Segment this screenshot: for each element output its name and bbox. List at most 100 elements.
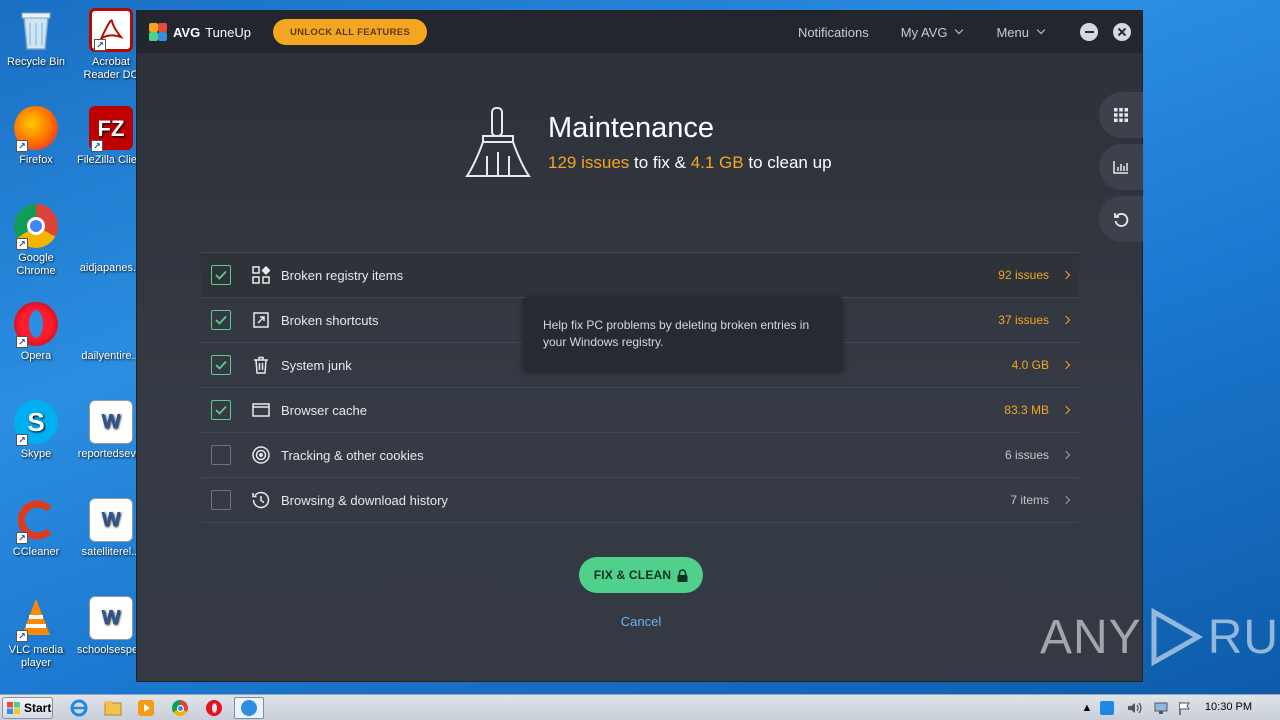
- row-value: 83.3 MB: [1004, 403, 1049, 417]
- close-icon: [1117, 27, 1127, 37]
- tray-volume-icon[interactable]: [1125, 698, 1145, 718]
- checkbox-checked[interactable]: [211, 310, 231, 330]
- registry-icon: [251, 265, 271, 285]
- shortcut-arrow-icon: ↗: [16, 140, 28, 152]
- shortcut-arrow-icon: ↗: [94, 39, 106, 51]
- page-subtitle: 129 issues to fix & 4.1 GB to clean up: [548, 153, 832, 173]
- brand-name: AVG: [173, 24, 201, 40]
- avg-logo-icon: [149, 23, 169, 41]
- vlc-icon: ↗: [14, 596, 58, 642]
- trash-icon: [251, 355, 271, 375]
- desktop-icon-schoolsesper[interactable]: W schoolsesper...: [77, 596, 145, 657]
- subtitle-text-mid: to fix &: [629, 153, 691, 172]
- checkbox-unchecked[interactable]: [211, 490, 231, 510]
- chevron-right-icon: [1061, 495, 1071, 505]
- taskbar-chrome-icon[interactable]: [170, 698, 190, 718]
- shortcut-arrow-icon: ↗: [16, 434, 28, 446]
- tray-avg-icon[interactable]: [1097, 698, 1117, 718]
- close-button[interactable]: [1113, 23, 1131, 41]
- desktop-icon-reportedsev[interactable]: W reportedsev...: [77, 400, 145, 461]
- notifications-link[interactable]: Notifications: [798, 25, 869, 40]
- desktop-icon-opera[interactable]: ↗ Opera: [2, 302, 70, 363]
- lock-icon: [677, 568, 688, 582]
- bar-chart-icon: [1113, 161, 1128, 174]
- cancel-link[interactable]: Cancel: [579, 614, 703, 629]
- shortcut-arrow-icon: ↗: [16, 532, 28, 544]
- tray-network-icon[interactable]: [1151, 698, 1171, 718]
- shortcut-arrow-icon: ↗: [16, 336, 28, 348]
- taskbar-opera-icon[interactable]: [204, 698, 224, 718]
- tray-action-center-flag-icon[interactable]: [1175, 698, 1195, 718]
- fix-and-clean-button[interactable]: FIX & CLEAN: [579, 557, 703, 593]
- taskbar-clock[interactable]: 10:30 PM: [1205, 701, 1252, 713]
- desktop-icon-firefox[interactable]: ↗ Firefox: [2, 106, 70, 167]
- grid-icon: [1114, 108, 1128, 122]
- checkbox-checked[interactable]: [211, 265, 231, 285]
- desktop-icon-filezilla[interactable]: FZ ↗ FileZilla Client: [77, 106, 145, 167]
- cleanup-size: 4.1 GB: [690, 153, 744, 172]
- desktop-icon-dailyentire[interactable]: dailyentire...: [77, 302, 145, 363]
- my-avg-menu[interactable]: My AVG: [901, 25, 964, 40]
- file-icon: [89, 214, 133, 258]
- target-icon: [251, 445, 271, 465]
- chevron-down-icon: [955, 25, 964, 35]
- unlock-all-features-button[interactable]: UNLOCK ALL FEATURES: [273, 19, 427, 45]
- row-label: Broken registry items: [281, 267, 404, 283]
- top-nav: Notifications My AVG Menu: [798, 11, 1142, 53]
- checkbox-checked[interactable]: [211, 400, 231, 420]
- main-menu[interactable]: Menu: [996, 25, 1046, 40]
- page-title: Maintenance: [548, 112, 715, 144]
- taskbar-explorer-icon[interactable]: [103, 698, 123, 718]
- minimize-icon: [1084, 31, 1094, 33]
- desktop-icon-aidjapanes[interactable]: aidjapanes...: [77, 214, 145, 275]
- watermark-text-left: ANY: [1040, 610, 1142, 664]
- watermark-text-right: RUN: [1207, 610, 1280, 664]
- maintenance-list: Broken registry items 92 issues Broken s…: [201, 252, 1079, 523]
- checkbox-checked[interactable]: [211, 355, 231, 375]
- checkmark-icon: [215, 405, 227, 415]
- row-label: System junk: [281, 357, 352, 373]
- history-icon: [251, 490, 271, 510]
- subtitle-text-end: to clean up: [743, 153, 832, 172]
- row-value: 92 issues: [998, 268, 1049, 282]
- desktop-icon-satelliterel[interactable]: W satelliterel...: [77, 498, 145, 559]
- recycle-bin-icon: [14, 8, 58, 52]
- desktop-icon-skype[interactable]: S ↗ Skype: [2, 400, 70, 461]
- registry-tooltip: Help fix PC problems by deleting broken …: [523, 297, 843, 371]
- opera-icon: ↗: [14, 302, 58, 348]
- word-doc-icon: W: [89, 498, 133, 542]
- statistics-button[interactable]: [1099, 144, 1143, 190]
- list-item-broken-registry[interactable]: Broken registry items 92 issues: [201, 253, 1079, 298]
- browser-window-icon: [251, 400, 271, 420]
- chevron-right-icon: [1061, 360, 1071, 370]
- apps-grid-button[interactable]: [1099, 92, 1143, 138]
- taskbar-avg-tuneup-icon[interactable]: [234, 697, 264, 719]
- minimize-button[interactable]: [1080, 23, 1098, 41]
- start-label: Start: [24, 701, 52, 715]
- checkmark-icon: [215, 360, 227, 370]
- shortcut-arrow-icon: ↗: [91, 140, 103, 152]
- taskbar-ie-icon[interactable]: [69, 698, 89, 718]
- taskbar-media-player-icon[interactable]: [136, 698, 156, 718]
- chrome-icon: ↗: [14, 204, 58, 250]
- chevron-right-icon: [1061, 405, 1071, 415]
- issues-count: 129 issues: [548, 153, 630, 172]
- checkbox-unchecked[interactable]: [211, 445, 231, 465]
- word-doc-icon: W: [89, 400, 133, 444]
- list-item-browsing-history[interactable]: Browsing & download history 7 items: [201, 478, 1079, 523]
- list-item-tracking-cookies[interactable]: Tracking & other cookies 6 issues: [201, 433, 1079, 478]
- row-label: Browsing & download history: [281, 492, 448, 508]
- desktop-icon-recycle-bin[interactable]: Recycle Bin: [2, 8, 70, 69]
- shortcut-icon: [251, 310, 271, 330]
- shortcut-arrow-icon: ↗: [16, 238, 28, 250]
- desktop-icon-acrobat[interactable]: ↗ Acrobat Reader DC: [77, 8, 145, 82]
- product-name: TuneUp: [205, 24, 251, 40]
- desktop-icon-ccleaner[interactable]: ↗ CCleaner: [2, 498, 70, 559]
- undo-button[interactable]: [1099, 196, 1143, 242]
- row-value: 37 issues: [998, 313, 1049, 327]
- start-button[interactable]: Start: [2, 697, 53, 719]
- list-item-browser-cache[interactable]: Browser cache 83.3 MB: [201, 388, 1079, 433]
- desktop-icon-chrome[interactable]: ↗ Google Chrome: [2, 204, 70, 278]
- show-hidden-icons-arrow[interactable]: ▲: [1077, 698, 1097, 718]
- desktop-icon-vlc[interactable]: ↗ VLC media player: [2, 596, 70, 670]
